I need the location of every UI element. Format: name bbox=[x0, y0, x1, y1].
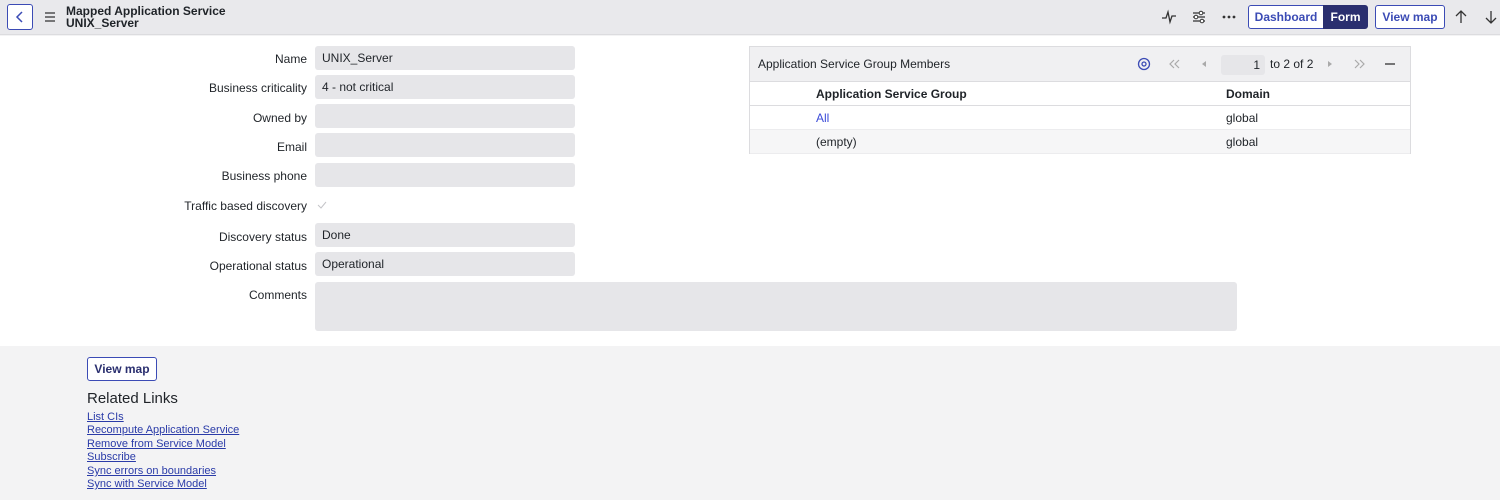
related-links-title: Related Links bbox=[87, 390, 178, 407]
menu-icon[interactable] bbox=[42, 9, 58, 25]
discovery-status-field[interactable]: Done bbox=[315, 223, 575, 247]
link-recompute-application-service[interactable]: Recompute Application Service bbox=[87, 424, 239, 436]
group-link[interactable]: All bbox=[816, 111, 829, 125]
form-button[interactable]: Form bbox=[1323, 5, 1368, 29]
gear-icon[interactable] bbox=[1136, 56, 1152, 72]
domain-cell: global bbox=[1226, 111, 1259, 125]
last-page-icon[interactable] bbox=[1352, 56, 1368, 72]
table-row: (empty) global bbox=[750, 130, 1410, 154]
next-page-icon[interactable] bbox=[1322, 56, 1338, 72]
form-body: Name UNIX_Server Business criticality 4 … bbox=[0, 36, 1500, 346]
owned-by-label: Owned by bbox=[252, 111, 307, 125]
email-label: Email bbox=[276, 140, 307, 154]
list-header: Application Service Group Members 1 to 2… bbox=[750, 47, 1410, 82]
table-header: Application Service Group Domain bbox=[750, 82, 1410, 106]
first-page-icon[interactable] bbox=[1166, 56, 1182, 72]
discovery-status-label: Discovery status bbox=[218, 230, 307, 244]
business-phone-field[interactable] bbox=[315, 163, 575, 187]
bottom-view-map-button[interactable]: View map bbox=[87, 357, 157, 381]
link-remove-from-service-model[interactable]: Remove from Service Model bbox=[87, 438, 226, 450]
page-number-input[interactable]: 1 bbox=[1221, 55, 1265, 75]
more-icon[interactable] bbox=[1221, 9, 1237, 25]
name-label: Name bbox=[274, 52, 307, 66]
record-name: UNIX_Server bbox=[66, 16, 139, 30]
application-service-group-members-list: Application Service Group Members 1 to 2… bbox=[749, 46, 1411, 154]
page-range-text: to 2 of 2 bbox=[1270, 57, 1314, 71]
settings-sliders-icon[interactable] bbox=[1191, 9, 1207, 25]
link-sync-with-service-model[interactable]: Sync with Service Model bbox=[87, 478, 207, 490]
link-subscribe[interactable]: Subscribe bbox=[87, 451, 136, 463]
form-header: Mapped Application Service UNIX_Server D… bbox=[0, 0, 1500, 35]
arrow-down-icon[interactable] bbox=[1483, 9, 1499, 25]
business-criticality-label: Business criticality bbox=[208, 81, 307, 95]
dashboard-button[interactable]: Dashboard bbox=[1248, 5, 1324, 29]
operational-status-field[interactable]: Operational bbox=[315, 252, 575, 276]
list-title: Application Service Group Members bbox=[758, 57, 951, 71]
collapse-icon[interactable] bbox=[1382, 56, 1398, 72]
comments-label: Comments bbox=[248, 288, 307, 302]
name-field[interactable]: UNIX_Server bbox=[315, 46, 575, 70]
column-domain[interactable]: Domain bbox=[1226, 87, 1270, 101]
domain-cell: global bbox=[1226, 135, 1259, 149]
view-map-button[interactable]: View map bbox=[1375, 5, 1445, 29]
link-list-cis[interactable]: List CIs bbox=[87, 411, 124, 423]
business-criticality-field[interactable]: 4 - not critical bbox=[315, 75, 575, 99]
back-icon bbox=[15, 11, 23, 23]
link-sync-errors-on-boundaries[interactable]: Sync errors on boundaries bbox=[87, 465, 216, 477]
prev-page-icon[interactable] bbox=[1196, 56, 1212, 72]
group-cell: (empty) bbox=[816, 135, 857, 149]
column-application-service-group[interactable]: Application Service Group bbox=[816, 87, 967, 101]
owned-by-field[interactable] bbox=[315, 104, 575, 128]
back-button[interactable] bbox=[7, 4, 33, 30]
page-title: Mapped Application Service UNIX_Server bbox=[66, 5, 226, 29]
comments-field[interactable] bbox=[315, 282, 1237, 331]
arrow-up-icon[interactable] bbox=[1453, 9, 1469, 25]
email-field[interactable] bbox=[315, 133, 575, 157]
table-row: All global bbox=[750, 106, 1410, 130]
traffic-based-discovery-label: Traffic based discovery bbox=[184, 199, 307, 213]
traffic-based-discovery-checkbox[interactable] bbox=[316, 199, 328, 211]
activity-icon[interactable] bbox=[1161, 9, 1177, 25]
operational-status-label: Operational status bbox=[209, 259, 307, 273]
business-phone-label: Business phone bbox=[221, 169, 307, 183]
